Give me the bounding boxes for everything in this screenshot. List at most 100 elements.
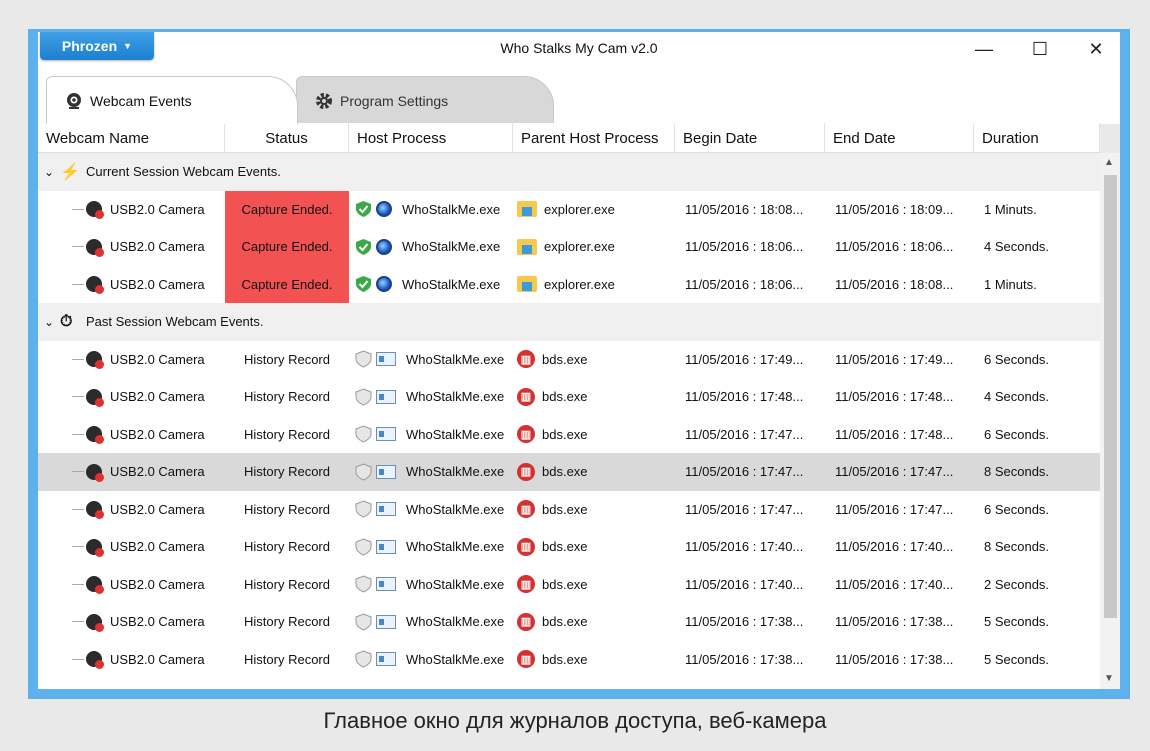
host-process: WhoStalkMe.exe xyxy=(406,426,505,442)
duration: 1 Minuts. xyxy=(984,201,1037,217)
tab-program-settings-label: Program Settings xyxy=(340,92,449,109)
host-process: WhoStalkMe.exe xyxy=(406,614,505,630)
end-date: 11/05/2016 : 17:48... xyxy=(835,389,954,405)
scrollbar-thumb[interactable] xyxy=(1104,175,1117,618)
host-process: WhoStalkMe.exe xyxy=(406,501,505,517)
end-date: 11/05/2016 : 18:09... xyxy=(835,201,954,217)
minimize-button[interactable]: — xyxy=(962,34,1006,64)
begin-date: 11/05/2016 : 17:38... xyxy=(685,614,804,630)
webcam-icon xyxy=(67,92,81,109)
status-cell: History Record xyxy=(244,614,330,630)
duration: 6 Seconds. xyxy=(984,351,1050,367)
end-date: 11/05/2016 : 17:38... xyxy=(835,651,954,667)
tab-bar: Webcam Events Program Settings xyxy=(38,72,1120,124)
begin-date: 11/05/2016 : 17:48... xyxy=(685,389,804,405)
host-process: WhoStalkMe.exe xyxy=(406,651,505,667)
table-row[interactable]: USB2.0 Camera Capture Ended. WhoStalkMe.ex… xyxy=(38,190,1100,228)
maximize-button[interactable]: ☐ xyxy=(1018,34,1062,64)
begin-date: 11/05/2016 : 17:47... xyxy=(685,501,804,517)
duration: 8 Seconds. xyxy=(984,539,1050,555)
col-webcam-name[interactable]: Webcam Name xyxy=(38,123,225,153)
events-grid: Webcam Name Status Host Process Parent H… xyxy=(38,123,1100,690)
status-cell: Capture Ended. xyxy=(225,228,349,266)
col-parent-host-process[interactable]: Parent Host Process xyxy=(513,123,675,153)
parent-host-process: bds.exe xyxy=(542,539,588,555)
status-cell: History Record xyxy=(244,426,330,442)
caption: Главное окно для журналов доступа, веб-к… xyxy=(323,708,827,733)
table-row[interactable]: USB2.0 Camera Capture Ended. WhoStalkMe.ex… xyxy=(38,265,1100,303)
bds-app-icon: ▥ xyxy=(517,650,535,669)
table-row[interactable]: USB2.0 Camera History Record WhoStalkMe.ex… xyxy=(38,378,1100,416)
group-row-past[interactable]: ⌄ ⏱ Past Session Webcam Events. xyxy=(38,303,1100,341)
tab-webcam-events[interactable]: Webcam Events xyxy=(46,76,298,124)
group-label: Past Session Webcam Events. xyxy=(86,314,264,330)
group-row-current[interactable]: ⌄ ⚡ Current Session Webcam Events. xyxy=(38,153,1100,191)
end-date: 11/05/2016 : 17:49... xyxy=(835,351,954,367)
bds-app-icon: ▥ xyxy=(517,350,535,369)
bds-app-icon: ▥ xyxy=(517,612,535,631)
webcam-icon xyxy=(86,613,104,632)
col-begin-date[interactable]: Begin Date xyxy=(675,123,825,153)
end-date: 11/05/2016 : 18:08... xyxy=(835,276,954,292)
shield-icon xyxy=(355,425,372,443)
bds-app-icon: ▥ xyxy=(517,537,535,556)
window-app-icon xyxy=(376,539,396,554)
webcam-name: USB2.0 Camera xyxy=(110,539,205,555)
table-row[interactable]: USB2.0 Camera History Record WhoStalkMe.ex… xyxy=(38,566,1100,604)
shield-icon xyxy=(355,388,372,406)
table-row[interactable]: USB2.0 Camera History Record WhoStalkMe.ex… xyxy=(38,416,1100,454)
app-globe-icon xyxy=(376,201,392,218)
webcam-icon xyxy=(86,426,104,445)
shield-icon xyxy=(355,650,372,668)
bds-app-icon: ▥ xyxy=(517,387,535,406)
shield-check-icon xyxy=(356,276,371,293)
close-button[interactable]: ✕ xyxy=(1074,34,1118,64)
col-end-date[interactable]: End Date xyxy=(825,123,974,153)
parent-host-process: explorer.exe xyxy=(544,201,615,217)
begin-date: 11/05/2016 : 17:47... xyxy=(685,464,804,480)
begin-date: 11/05/2016 : 18:08... xyxy=(685,201,804,217)
scroll-down-icon[interactable]: ▼ xyxy=(1104,673,1114,684)
scroll-up-icon[interactable]: ▲ xyxy=(1104,157,1114,168)
webcam-icon xyxy=(86,576,104,595)
chevron-down-icon[interactable]: ⌄ xyxy=(44,165,60,179)
host-process: WhoStalkMe.exe xyxy=(406,389,505,405)
webcam-icon xyxy=(86,538,104,557)
duration: 4 Seconds. xyxy=(984,389,1050,405)
host-process: WhoStalkMe.exe xyxy=(402,201,501,217)
webcam-icon xyxy=(86,238,104,257)
table-row[interactable]: USB2.0 Camera History Record WhoStalkMe.ex… xyxy=(38,491,1100,529)
vertical-scrollbar[interactable]: ▲ ▼ xyxy=(1100,153,1120,690)
col-host-process[interactable]: Host Process xyxy=(349,123,513,153)
table-row[interactable]: USB2.0 Camera History Record WhoStalkMe.ex… xyxy=(38,528,1100,566)
end-date: 11/05/2016 : 17:40... xyxy=(835,576,954,592)
col-duration[interactable]: Duration xyxy=(974,123,1100,153)
duration: 1 Minuts. xyxy=(984,276,1037,292)
end-date: 11/05/2016 : 17:38... xyxy=(835,614,954,630)
table-row[interactable]: USB2.0 Camera History Record WhoStalkMe.ex… xyxy=(38,603,1100,641)
stopwatch-icon: ⏱ xyxy=(60,312,73,330)
window-title: Who Stalks My Cam v2.0 xyxy=(500,40,658,56)
host-process: WhoStalkMe.exe xyxy=(406,351,505,367)
bds-app-icon: ▥ xyxy=(517,500,535,519)
webcam-name: USB2.0 Camera xyxy=(110,389,205,405)
parent-host-process: bds.exe xyxy=(542,351,588,367)
tab-program-settings[interactable]: Program Settings xyxy=(296,76,554,124)
duration: 6 Seconds. xyxy=(984,426,1050,442)
table-row[interactable]: USB2.0 Camera History Record WhoStalkMe.ex… xyxy=(38,453,1100,491)
duration: 5 Seconds. xyxy=(984,614,1050,630)
table-row[interactable]: USB2.0 Camera History Record WhoStalkMe.ex… xyxy=(38,341,1100,379)
parent-host-process: explorer.exe xyxy=(544,276,615,292)
table-row[interactable]: USB2.0 Camera Capture Ended. WhoStalkMe.ex… xyxy=(38,228,1100,266)
webcam-icon xyxy=(86,201,104,220)
window-app-icon xyxy=(376,652,396,667)
begin-date: 11/05/2016 : 17:49... xyxy=(685,351,804,367)
webcam-icon xyxy=(86,651,104,670)
webcam-name: USB2.0 Camera xyxy=(110,614,205,630)
host-process: WhoStalkMe.exe xyxy=(402,276,501,292)
parent-host-process: bds.exe xyxy=(542,389,588,405)
chevron-down-icon[interactable]: ⌄ xyxy=(44,315,60,329)
table-row[interactable]: USB2.0 Camera History Record WhoStalkMe.ex… xyxy=(38,641,1100,679)
end-date: 11/05/2016 : 17:47... xyxy=(835,464,954,480)
col-status[interactable]: Status xyxy=(225,123,349,153)
